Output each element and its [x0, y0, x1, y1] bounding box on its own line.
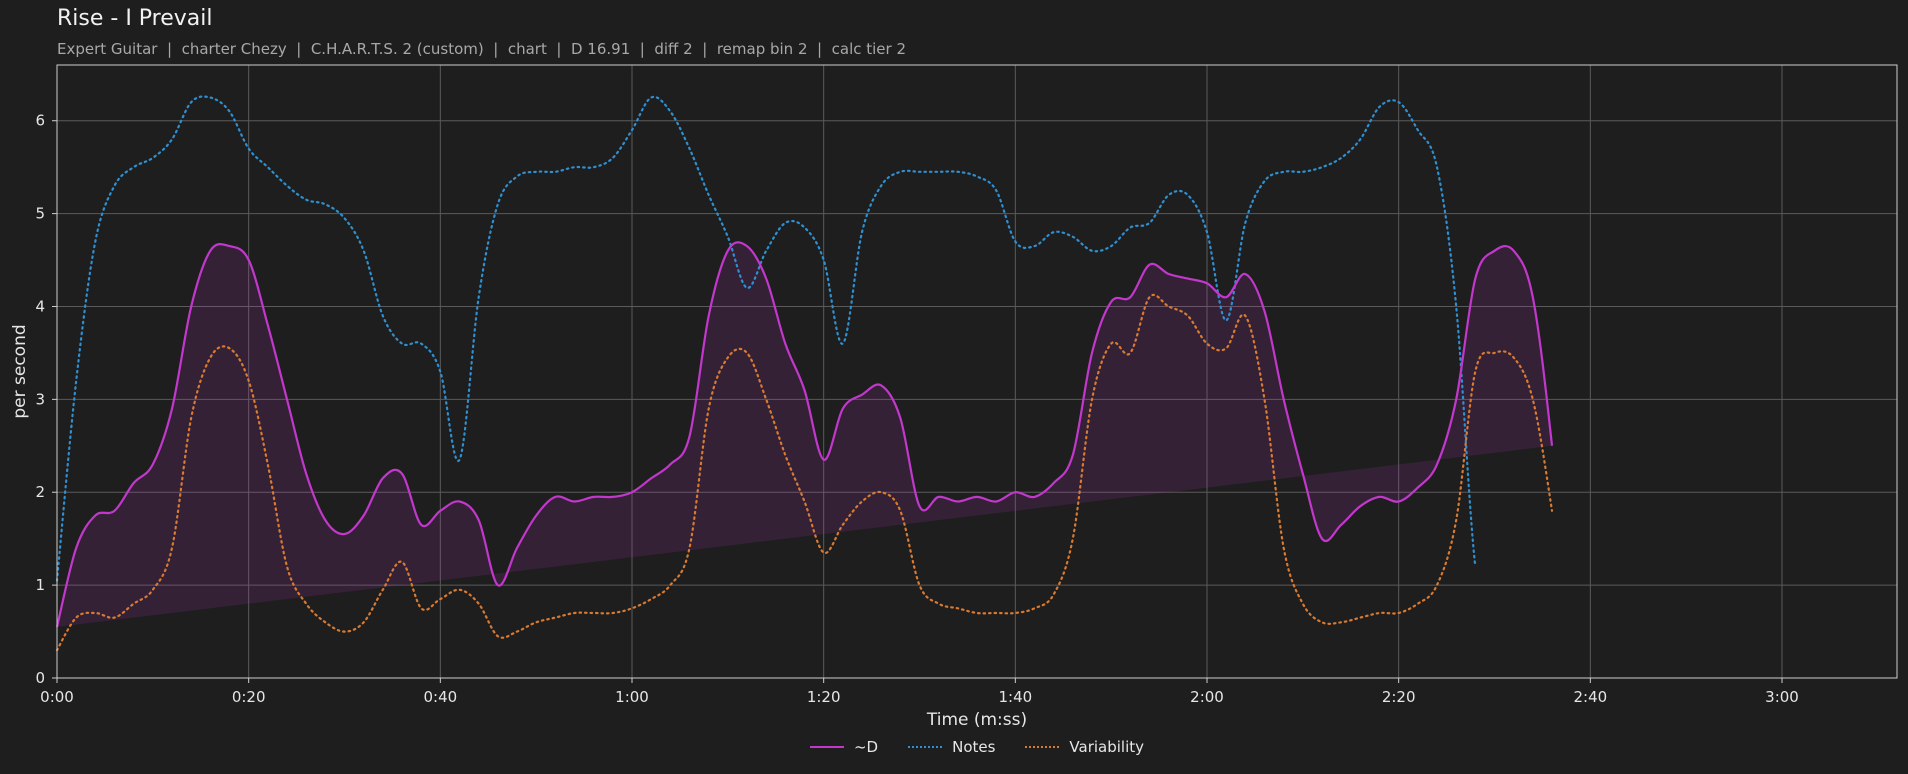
- x-tick-label: 0:40: [423, 688, 457, 706]
- x-tick-label: 3:00: [1765, 688, 1799, 706]
- y-tick-label: 5: [35, 205, 45, 223]
- x-tick-label: 0:00: [40, 688, 74, 706]
- legend-swatch: [908, 746, 943, 748]
- legend-label: ~D: [853, 738, 879, 756]
- x-tick-label: 2:20: [1382, 688, 1416, 706]
- y-axis-label: per second: [10, 324, 30, 418]
- legend-label: Variability: [1069, 738, 1145, 756]
- x-tick-label: 1:40: [998, 688, 1032, 706]
- y-tick-label: 4: [35, 297, 45, 315]
- y-tick-label: 0: [35, 669, 45, 687]
- legend-item-notes: Notes: [908, 736, 995, 758]
- legend-label: Notes: [952, 738, 996, 756]
- y-tick-label: 6: [35, 112, 45, 130]
- legend: ~D Notes Variability: [0, 736, 1908, 758]
- x-axis-label: Time (m:ss): [926, 710, 1027, 730]
- legend-swatch: [1025, 746, 1060, 748]
- x-tick-label: 2:00: [1190, 688, 1224, 706]
- x-tick-label: 0:20: [232, 688, 266, 706]
- legend-item-d: ~D: [809, 736, 879, 758]
- legend-item-variability: Variability: [1025, 736, 1144, 758]
- y-tick-label: 2: [35, 483, 45, 501]
- legend-swatch: [809, 746, 844, 748]
- y-tick-label: 3: [35, 390, 45, 408]
- y-tick-label: 1: [35, 576, 45, 594]
- x-tick-label: 1:00: [615, 688, 649, 706]
- line-chart: 0:00 0:20 0:40 1:00 1:20 1:40 2:00 2:20 2:40 3:00…: [10, 64, 1898, 730]
- x-tick-label: 1:20: [807, 688, 841, 706]
- x-tick-label: 2:40: [1573, 688, 1607, 706]
